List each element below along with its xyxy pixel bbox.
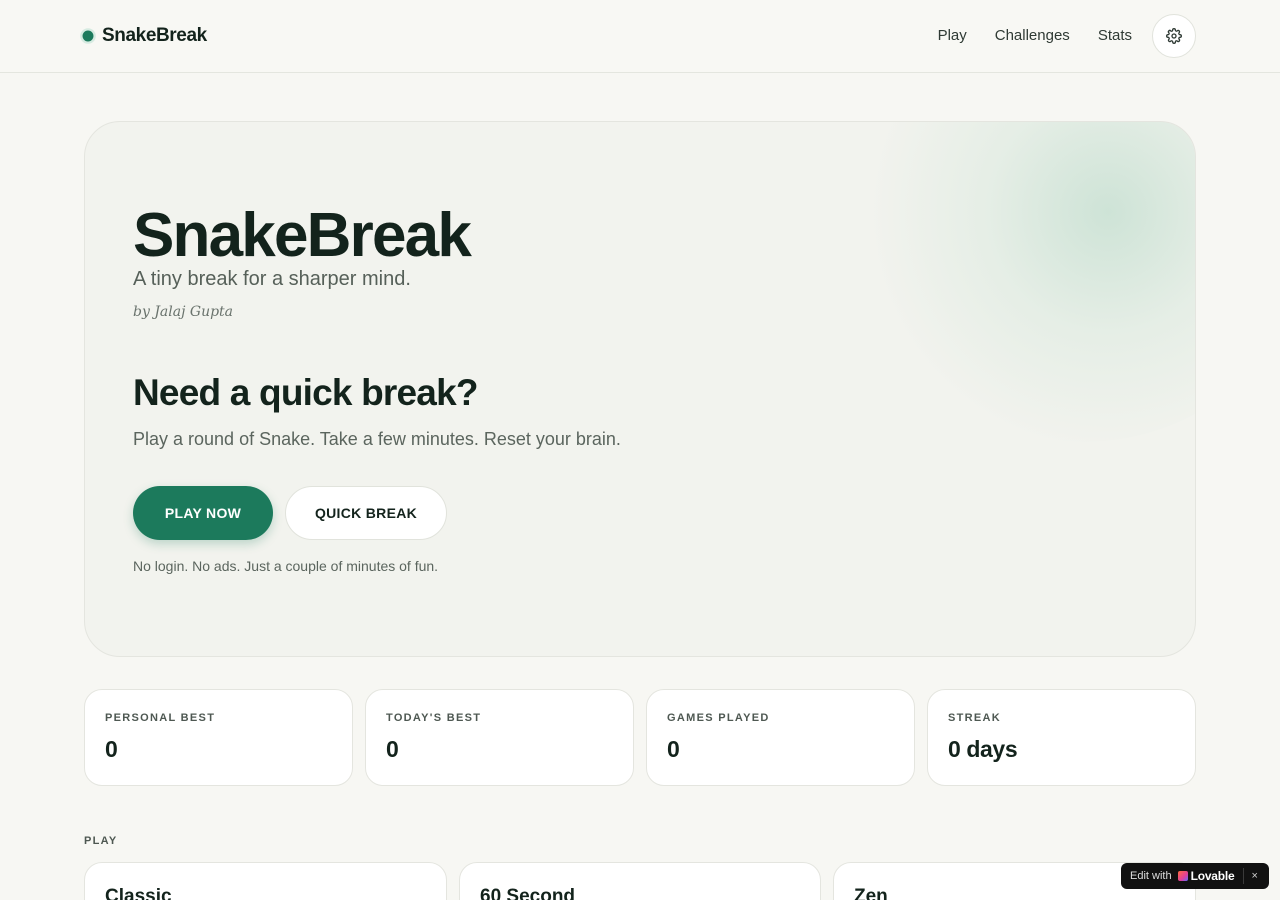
stat-value: 0 days xyxy=(948,736,1018,762)
stat-value: 0 xyxy=(105,736,118,762)
mode-title: Zen xyxy=(854,886,888,900)
hero-description: Play a round of Snake. Take a few minute… xyxy=(133,429,621,449)
stat-value: 0 xyxy=(667,736,680,762)
badge-text: Edit with xyxy=(1130,870,1172,882)
nav-link-challenges[interactable]: Challenges xyxy=(995,25,1070,47)
nav-link-play[interactable]: Play xyxy=(938,25,967,47)
hero-tagline: A tiny break for a sharper mind. xyxy=(133,268,411,290)
stat-label: PERSONAL BEST xyxy=(105,712,216,724)
hero-card: SnakeBreak A tiny break for a sharper mi… xyxy=(84,121,1196,657)
mode-title: 60 Second xyxy=(480,886,576,900)
stat-label: GAMES PLAYED xyxy=(667,712,770,724)
brand-name: SnakeBreak xyxy=(102,25,207,46)
stat-label: TODAY'S BEST xyxy=(386,712,482,724)
edit-with-lovable-badge[interactable]: Edit with Lovable × xyxy=(1121,863,1269,889)
hero-author: by Jalaj Gupta xyxy=(133,304,234,320)
settings-button[interactable] xyxy=(1152,14,1196,58)
logo-dot-icon xyxy=(82,30,94,42)
brand-logo[interactable]: SnakeBreak xyxy=(81,24,207,48)
top-navigation-bar: SnakeBreak Play Challenges Stats xyxy=(0,0,1280,73)
stat-card-streak: STREAK 0 days xyxy=(927,689,1196,786)
badge-divider xyxy=(1242,868,1244,884)
mode-title: Classic xyxy=(105,886,172,900)
play-section-label: PLAY xyxy=(84,835,118,847)
stat-card-todays-best: TODAY'S BEST 0 xyxy=(365,689,634,786)
mode-card-60-second[interactable]: 60 Second xyxy=(459,862,821,900)
hero-title: SnakeBreak xyxy=(133,201,472,270)
stat-card-personal-best: PERSONAL BEST 0 xyxy=(84,689,353,786)
gear-icon xyxy=(1166,28,1182,44)
lovable-logo-icon xyxy=(1177,871,1188,881)
main-nav: Play Challenges Stats xyxy=(938,25,1132,47)
stat-label: STREAK xyxy=(948,712,1002,724)
mode-card-classic[interactable]: Classic xyxy=(84,862,447,900)
play-now-button[interactable]: PLAY NOW xyxy=(133,486,273,540)
hero-heading: Need a quick break? xyxy=(133,372,478,413)
badge-brand: Lovable xyxy=(1190,869,1235,883)
hero-note: No login. No ads. Just a couple of minut… xyxy=(133,558,439,574)
stat-value: 0 xyxy=(386,736,399,762)
nav-link-stats[interactable]: Stats xyxy=(1098,25,1132,47)
hero-decorative-glow xyxy=(855,122,1195,442)
quick-break-button[interactable]: QUICK BREAK xyxy=(285,486,447,540)
close-icon[interactable]: × xyxy=(1252,870,1258,882)
stat-card-games-played: GAMES PLAYED 0 xyxy=(646,689,915,786)
